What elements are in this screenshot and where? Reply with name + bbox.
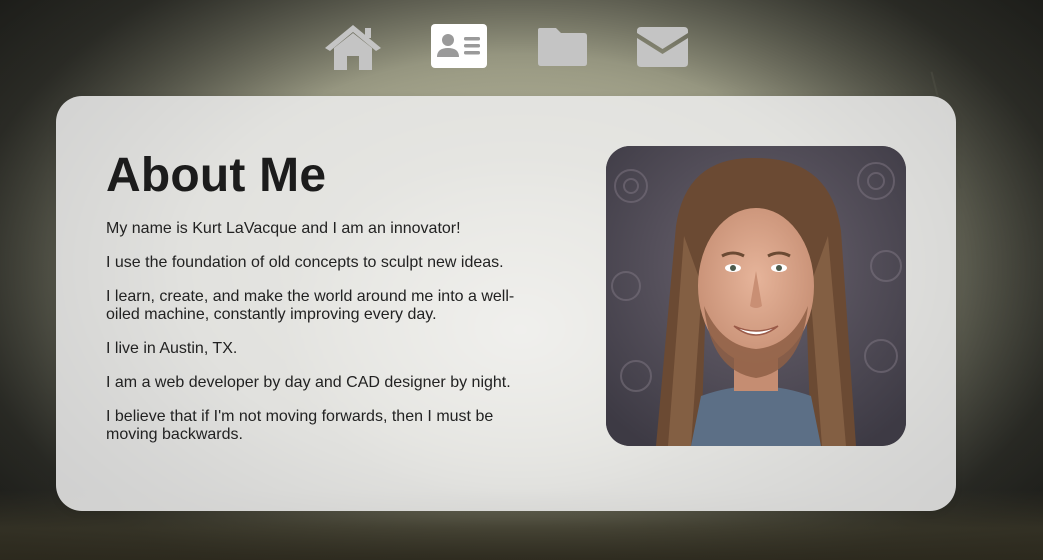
about-paragraph: I learn, create, and make the world arou… — [106, 288, 515, 323]
page-title: About Me — [106, 149, 327, 202]
about-paragraph: I live in Austin, TX. — [106, 340, 238, 357]
about-paragraph: I use the foundation of old concepts to … — [106, 254, 504, 271]
about-paragraph: My name is Kurt LaVacque and I am an inn… — [106, 220, 461, 237]
id-card-icon — [437, 34, 480, 57]
home-icon — [325, 25, 381, 70]
nav-contact-link[interactable] — [637, 27, 688, 67]
about-paragraph: I believe that if I'm not moving forward… — [106, 408, 494, 443]
about-paragraph: I am a web developer by day and CAD desi… — [106, 374, 511, 391]
about-card: About Me My name is Kurt LaVacque and I … — [56, 96, 956, 511]
nav-projects-link[interactable] — [537, 26, 588, 66]
about-text: About Me My name is Kurt LaVacque and I … — [106, 148, 546, 460]
nav-about-link[interactable] — [431, 24, 487, 68]
folder-icon — [538, 28, 587, 66]
top-nav — [0, 22, 1043, 72]
nav-home-link[interactable] — [324, 24, 382, 70]
profile-photo — [606, 146, 906, 446]
envelope-icon — [637, 27, 688, 67]
